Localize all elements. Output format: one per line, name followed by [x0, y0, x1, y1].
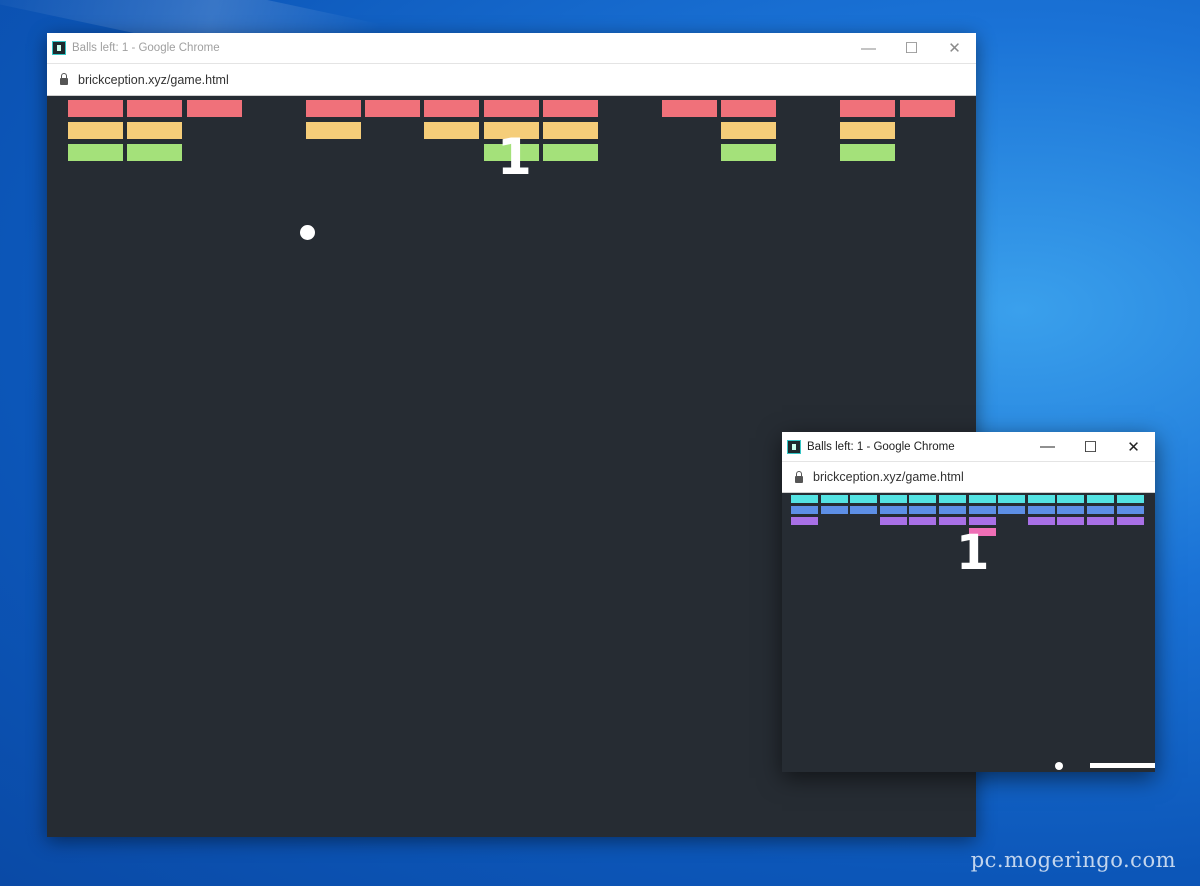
- brick: [791, 506, 818, 514]
- browser-window-small: Balls left: 1 - Google Chrome — ☐ ✕ bric…: [782, 432, 1155, 772]
- brick: [850, 506, 878, 514]
- maximize-icon[interactable]: ☐: [890, 33, 933, 63]
- brick: [186, 100, 242, 117]
- brick: [879, 517, 907, 525]
- brick: [424, 100, 480, 117]
- lock-icon: [795, 470, 803, 483]
- brick: [998, 495, 1026, 503]
- brick: [1027, 495, 1055, 503]
- brick: [543, 100, 599, 117]
- brick: [1057, 517, 1085, 525]
- brick: [424, 122, 480, 140]
- brick: [483, 100, 539, 117]
- brick: [1027, 517, 1055, 525]
- brick: [1087, 495, 1114, 503]
- brick: [721, 100, 777, 117]
- brick: [1027, 506, 1055, 514]
- brick: [543, 122, 599, 140]
- brick: [68, 144, 123, 162]
- game-canvas[interactable]: 1: [782, 493, 1155, 772]
- brick: [899, 100, 955, 117]
- brick: [68, 122, 123, 140]
- lock-icon: [60, 73, 68, 85]
- brick: [127, 100, 183, 117]
- brick: [791, 517, 818, 525]
- brick: [721, 144, 777, 162]
- watermark: pc.mogeringo.com: [970, 848, 1176, 872]
- minimize-icon[interactable]: —: [1026, 432, 1069, 461]
- brick: [543, 144, 599, 162]
- title-bar[interactable]: Balls left: 1 - Google Chrome — ☐ ✕: [782, 432, 1155, 461]
- url-text[interactable]: brickception.xyz/game.html: [78, 73, 229, 87]
- brick: [662, 100, 717, 117]
- address-bar[interactable]: brickception.xyz/game.html: [782, 461, 1155, 494]
- close-icon[interactable]: ✕: [933, 33, 976, 63]
- address-bar[interactable]: brickception.xyz/game.html: [47, 63, 976, 97]
- brick: [909, 495, 937, 503]
- brick: [850, 495, 878, 503]
- brick: [365, 100, 420, 117]
- brick: [1087, 517, 1114, 525]
- brick: [840, 144, 896, 162]
- brick: [127, 122, 183, 140]
- window-title: Balls left: 1 - Google Chrome: [807, 440, 955, 453]
- ball: [300, 225, 315, 240]
- brick: [840, 122, 896, 140]
- paddle[interactable]: [1090, 763, 1155, 768]
- close-icon[interactable]: ✕: [1112, 432, 1155, 461]
- title-bar[interactable]: Balls left: 1 - Google Chrome — ☐ ✕: [47, 33, 976, 63]
- brick: [1057, 506, 1085, 514]
- brick: [939, 506, 966, 514]
- brick: [909, 517, 937, 525]
- brick: [840, 100, 896, 117]
- score-display: 1: [497, 128, 532, 186]
- brick: [1116, 506, 1144, 514]
- brick: [820, 506, 848, 514]
- brick: [968, 506, 996, 514]
- brick: [909, 506, 937, 514]
- favicon-icon: [52, 41, 66, 55]
- brick: [820, 495, 848, 503]
- brick: [879, 506, 907, 514]
- url-text[interactable]: brickception.xyz/game.html: [813, 470, 964, 484]
- brick: [1116, 495, 1144, 503]
- brick: [791, 495, 818, 503]
- ball: [1055, 762, 1063, 770]
- brick: [305, 100, 361, 117]
- brick: [1057, 495, 1085, 503]
- brick: [1087, 506, 1114, 514]
- brick: [939, 517, 966, 525]
- brick: [939, 495, 966, 503]
- score-display: 1: [956, 525, 990, 581]
- brick: [998, 506, 1026, 514]
- minimize-icon[interactable]: —: [847, 33, 890, 63]
- brick: [968, 495, 996, 503]
- window-title: Balls left: 1 - Google Chrome: [72, 42, 220, 54]
- favicon-icon: [787, 439, 801, 454]
- brick: [305, 122, 361, 140]
- brick: [127, 144, 183, 162]
- brick: [68, 100, 123, 117]
- brick: [1116, 517, 1144, 525]
- brick: [879, 495, 907, 503]
- brick: [721, 122, 777, 140]
- maximize-icon[interactable]: ☐: [1069, 432, 1112, 461]
- brick: [968, 517, 996, 525]
